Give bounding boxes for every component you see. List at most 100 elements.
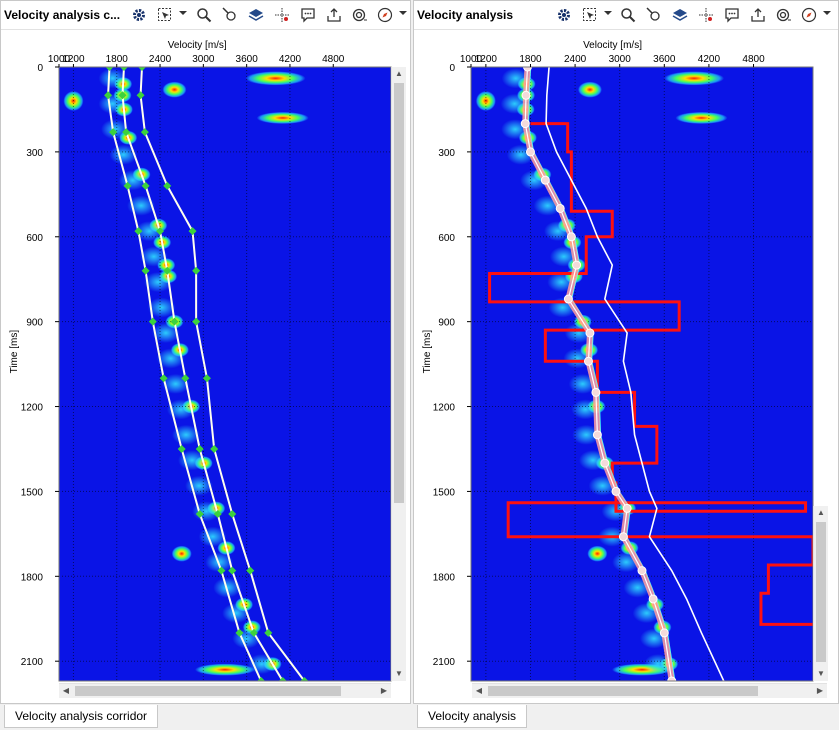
compass-icon[interactable]: [376, 6, 394, 24]
x-tick-label: 2400: [564, 54, 587, 65]
scroll-up-icon[interactable]: ▲: [814, 506, 828, 520]
chevron-down-icon[interactable]: [179, 11, 187, 15]
gear-icon[interactable]: [555, 6, 573, 24]
semblance-peak: [195, 663, 255, 676]
pointer-icon[interactable]: [221, 6, 239, 24]
x-axis-label: Velocity [m/s]: [583, 40, 642, 51]
scroll-left-icon[interactable]: ◀: [472, 684, 486, 698]
tab-velocity-analysis-corridor[interactable]: Velocity analysis corridor: [4, 705, 159, 728]
scroll-down-icon[interactable]: ▼: [814, 667, 828, 681]
y-tick-label: 600: [26, 233, 43, 244]
layers-icon[interactable]: [247, 6, 265, 24]
tab-velocity-analysis[interactable]: Velocity analysis: [417, 705, 528, 728]
semblance-peak: [162, 81, 187, 98]
left-velocity-plot[interactable]: 10001200 1800 2400 3000 3600 4200 4800Velocity…: [1, 29, 412, 705]
left-vertical-scroll-thumb[interactable]: [394, 83, 404, 503]
left-horizontal-scroll-thumb[interactable]: [75, 686, 341, 696]
right-horizontal-scrollbar[interactable]: ◀ ▶: [472, 683, 827, 698]
pick-point: [563, 294, 573, 304]
x-tick-label: 4800: [742, 54, 765, 65]
pick-point: [592, 430, 602, 440]
right-vertical-scroll-thumb[interactable]: [816, 522, 826, 662]
snapshot-icon[interactable]: [775, 6, 793, 24]
pick-point: [659, 628, 669, 638]
pick-point: [637, 566, 647, 576]
zoom-icon[interactable]: [195, 6, 213, 24]
pick-point: [555, 203, 565, 213]
x-tick-label: 4800: [322, 54, 345, 65]
y-tick-label: 1800: [21, 572, 44, 583]
export-icon[interactable]: [325, 6, 343, 24]
compass-icon[interactable]: [800, 6, 818, 24]
snapshot-icon[interactable]: [351, 6, 369, 24]
pick-point: [585, 328, 595, 338]
x-tick-label: 3000: [609, 54, 632, 65]
y-tick-label: 600: [438, 233, 455, 244]
select-icon[interactable]: [156, 6, 174, 24]
x-tick-label: 3600: [653, 54, 676, 65]
y-tick-label: 0: [37, 63, 43, 74]
export-icon[interactable]: [749, 6, 767, 24]
pick-point: [611, 486, 621, 496]
comment-icon[interactable]: [299, 6, 317, 24]
y-tick-label: 300: [26, 148, 43, 159]
crosshair-icon[interactable]: [273, 6, 291, 24]
left-panel-toolbar: Velocity analysis c...: [1, 1, 410, 30]
x-tick-label: 4200: [698, 54, 721, 65]
pick-point: [618, 532, 628, 542]
right-vertical-scrollbar[interactable]: ▲ ▼: [813, 506, 828, 681]
x-axis-label: Velocity [m/s]: [168, 40, 227, 51]
layers-icon[interactable]: [671, 6, 689, 24]
scroll-right-icon[interactable]: ▶: [377, 684, 391, 698]
crosshair-icon[interactable]: [697, 6, 715, 24]
pick-point: [520, 119, 530, 129]
semblance-peak: [664, 71, 725, 86]
left-panel: Velocity analysis c... 1000 1200 1800 2400 3…: [0, 0, 411, 704]
pointer-icon[interactable]: [645, 6, 663, 24]
pick-point: [622, 503, 632, 513]
comment-icon[interactable]: [723, 6, 741, 24]
scroll-right-icon[interactable]: ▶: [813, 684, 827, 698]
pick-point: [525, 147, 535, 157]
pick-point: [648, 594, 658, 604]
left-vertical-scrollbar[interactable]: ▲ ▼: [391, 67, 406, 681]
y-tick-label: 1200: [433, 403, 456, 414]
y-tick-label: 1500: [21, 487, 44, 498]
chevron-down-icon[interactable]: [399, 11, 407, 15]
zoom-icon[interactable]: [619, 6, 637, 24]
y-tick-label: 1200: [21, 403, 44, 414]
scroll-left-icon[interactable]: ◀: [59, 684, 73, 698]
right-horizontal-scroll-thumb[interactable]: [488, 686, 758, 696]
x-tick-label: 1800: [519, 54, 542, 65]
pick-point: [521, 90, 531, 100]
semblance-peak: [675, 111, 728, 124]
x-tick-label: 1200: [62, 54, 85, 65]
y-tick-label: 900: [26, 318, 43, 329]
y-tick-label: 900: [438, 318, 455, 329]
x-tick-label: 3000: [192, 54, 215, 65]
scroll-up-icon[interactable]: ▲: [392, 67, 406, 81]
pick-point: [591, 387, 601, 397]
scroll-down-icon[interactable]: ▼: [392, 667, 406, 681]
chevron-down-icon[interactable]: [604, 11, 612, 15]
select-icon[interactable]: [581, 6, 599, 24]
pick-point: [583, 356, 593, 366]
right-panel: Velocity analysis 1000 1200 1800 2400 3000 36…: [413, 0, 839, 704]
pick-point: [600, 458, 610, 468]
y-tick-label: 0: [449, 63, 455, 74]
right-velocity-plot[interactable]: 10001200 1800 2400 3000 3600 4200 4800Velocity…: [414, 29, 839, 705]
y-axis-label: Time [ms]: [9, 330, 20, 374]
x-tick-label: 3600: [236, 54, 259, 65]
semblance-peak: [587, 545, 608, 562]
semblance-peak: [171, 545, 192, 562]
left-horizontal-scrollbar[interactable]: ◀ ▶: [59, 683, 391, 698]
x-tick-label: 4200: [279, 54, 302, 65]
left-panel-title: Velocity analysis c...: [4, 8, 121, 22]
right-panel-toolbar: Velocity analysis: [414, 1, 838, 30]
chevron-down-icon[interactable]: [823, 11, 831, 15]
pick-point: [540, 175, 550, 185]
y-tick-label: 1500: [433, 487, 456, 498]
semblance-peak: [245, 71, 306, 86]
pick-point: [572, 260, 582, 270]
gear-icon[interactable]: [130, 6, 148, 24]
